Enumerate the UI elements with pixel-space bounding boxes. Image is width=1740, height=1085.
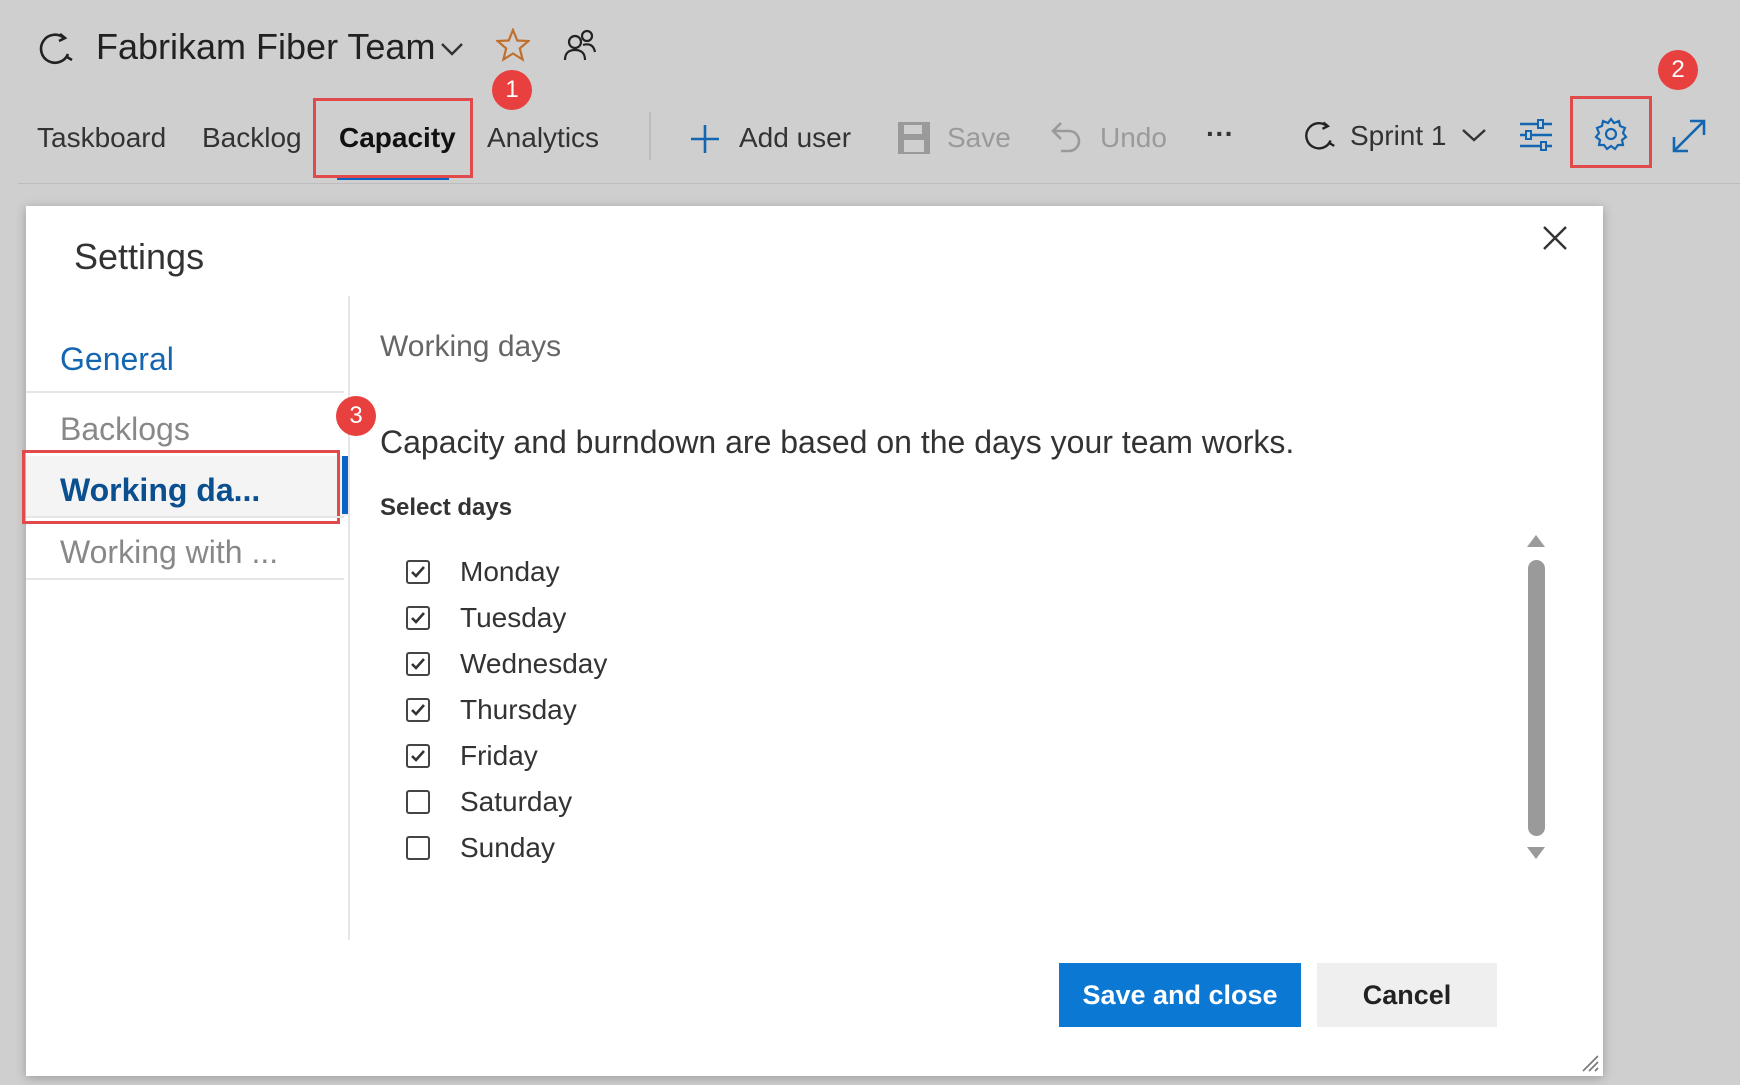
day-checkbox[interactable]: [406, 790, 430, 814]
day-option-row[interactable]: Wednesday: [406, 644, 607, 684]
settings-dialog: Settings General Backlogs Working da... …: [22, 206, 1603, 1076]
add-user-button[interactable]: Add user: [739, 122, 851, 154]
day-checkbox[interactable]: [406, 744, 430, 768]
day-checkbox[interactable]: [406, 560, 430, 584]
sprint-cycle-icon-small: [1300, 118, 1336, 154]
cancel-button[interactable]: Cancel: [1317, 963, 1497, 1027]
more-actions-button[interactable]: ···: [1206, 118, 1234, 150]
sprint-chevron-down-icon[interactable]: [1461, 128, 1487, 142]
chevron-down-icon[interactable]: [440, 42, 464, 56]
day-option-row[interactable]: Saturday: [406, 782, 572, 822]
day-label: Monday: [460, 556, 560, 587]
checkmark-icon: [411, 704, 425, 716]
day-checkbox[interactable]: [406, 698, 430, 722]
favorite-star-icon[interactable]: [496, 28, 530, 62]
working-days-highlight-box: [22, 450, 340, 524]
undo-button[interactable]: Undo: [1100, 122, 1167, 154]
tab-backlog[interactable]: Backlog: [202, 122, 302, 154]
close-icon[interactable]: [1542, 225, 1568, 251]
section-description: Capacity and burndown are based on the d…: [380, 424, 1295, 460]
day-label: Sunday: [460, 832, 555, 863]
nav-item-backlogs[interactable]: Backlogs: [60, 411, 190, 448]
section-heading: Working days: [380, 330, 562, 363]
day-option-row[interactable]: Friday: [406, 736, 538, 776]
checkmark-icon: [411, 566, 425, 578]
nav-selected-indicator: [342, 456, 348, 514]
expand-fullscreen-icon[interactable]: [1670, 117, 1708, 155]
sprint-selector[interactable]: Sprint 1: [1350, 120, 1447, 152]
day-option-row[interactable]: Tuesday: [406, 598, 566, 638]
filter-sliders-icon[interactable]: [1518, 118, 1554, 152]
day-label: Tuesday: [460, 602, 567, 633]
save-icon: [897, 121, 931, 155]
undo-icon: [1051, 119, 1083, 155]
save-button[interactable]: Save: [947, 122, 1011, 154]
day-option-row[interactable]: Monday: [406, 552, 560, 592]
dialog-title: Settings: [74, 236, 205, 277]
nav-separator: [26, 391, 344, 393]
day-checkbox[interactable]: [406, 836, 430, 860]
day-label: Wednesday: [460, 648, 608, 679]
select-days-label: Select days: [380, 494, 513, 521]
capacity-highlight-box: [313, 98, 473, 178]
day-checkbox[interactable]: [406, 606, 430, 630]
team-members-icon[interactable]: [563, 28, 597, 62]
tab-taskboard[interactable]: Taskboard: [37, 122, 166, 154]
scroll-down-icon[interactable]: [1526, 846, 1546, 860]
add-icon[interactable]: [690, 124, 720, 154]
nav-separator: [26, 516, 344, 518]
checkmark-icon: [411, 750, 425, 762]
team-name[interactable]: Fabrikam Fiber Team: [96, 26, 435, 68]
save-and-close-button[interactable]: Save and close: [1059, 963, 1301, 1027]
sprint-cycle-icon: [34, 30, 74, 68]
day-checkbox[interactable]: [406, 652, 430, 676]
toolbar-divider: [649, 112, 651, 160]
day-option-row[interactable]: Sunday: [406, 828, 555, 868]
gear-icon[interactable]: [1593, 116, 1629, 152]
resize-grip-icon[interactable]: [1579, 1052, 1599, 1072]
annotation-badge-2: 2: [1658, 50, 1698, 90]
day-label: Thursday: [460, 694, 577, 725]
nav-separator: [26, 578, 344, 580]
scroll-up-icon[interactable]: [1526, 534, 1546, 548]
annotation-badge-1: 1: [492, 70, 532, 110]
day-label: Friday: [460, 740, 538, 771]
nav-item-general[interactable]: General: [60, 341, 174, 378]
nav-item-working-with[interactable]: Working with ...: [60, 534, 278, 571]
day-label: Saturday: [460, 786, 573, 817]
day-option-row[interactable]: Thursday: [406, 690, 577, 730]
header-bottom-border: [18, 183, 1740, 184]
annotation-badge-3: 3: [336, 396, 376, 436]
checkmark-icon: [411, 612, 425, 624]
tab-analytics[interactable]: Analytics: [487, 122, 599, 154]
scrollbar-thumb[interactable]: [1528, 560, 1545, 836]
checkmark-icon: [411, 658, 425, 670]
nav-divider: [348, 296, 350, 940]
